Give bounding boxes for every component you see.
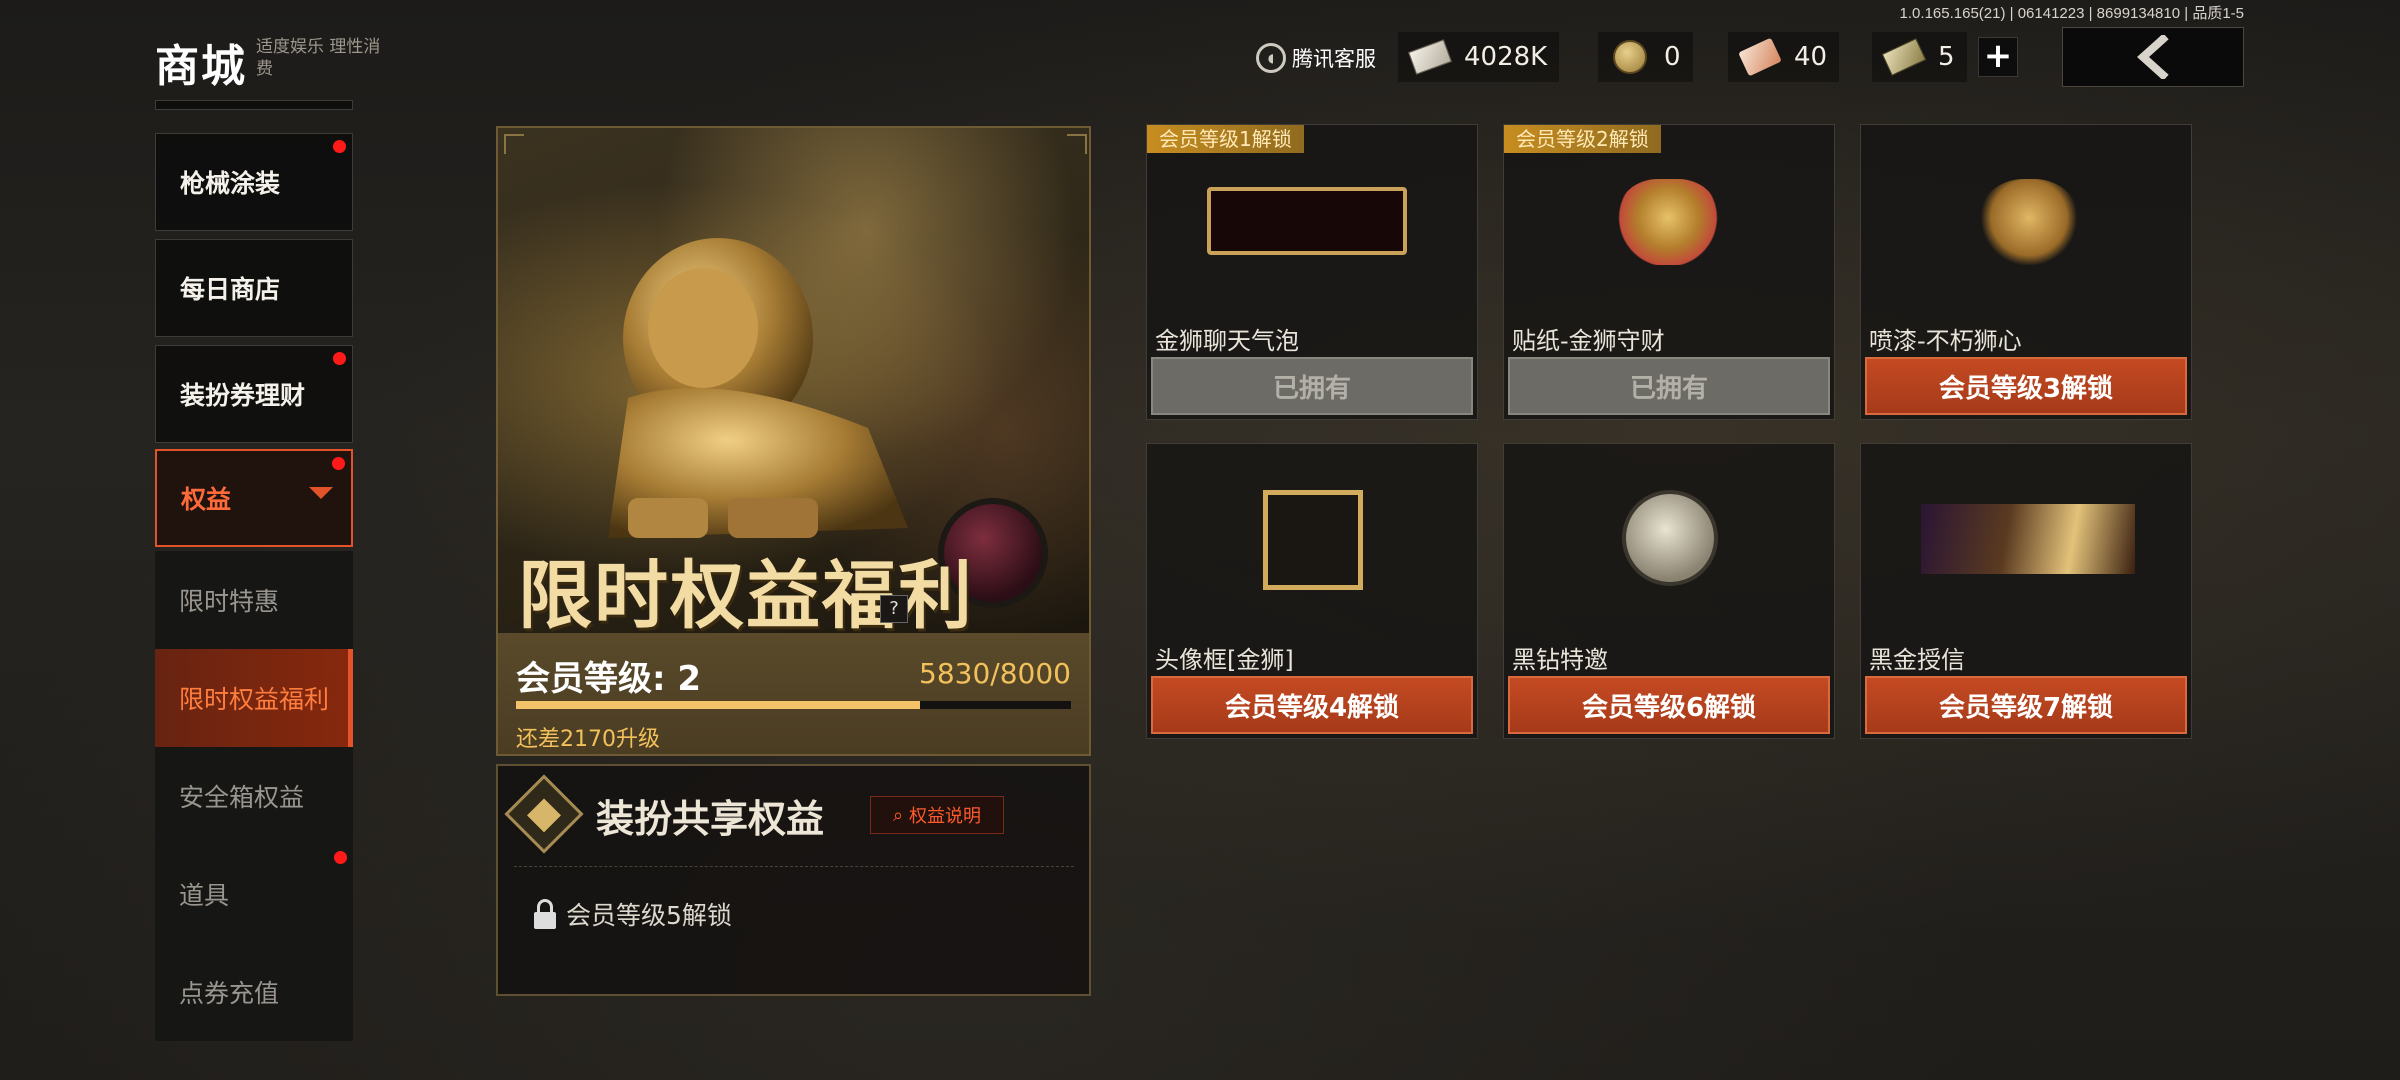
coin-icon (1610, 40, 1650, 74)
gold-card-icon (1921, 504, 2135, 574)
benefit-explanation-label: 权益说明 (909, 806, 982, 827)
sidebar-item-label: 每日商店 (180, 275, 281, 304)
notification-dot (333, 352, 346, 365)
version-info: 1.0.165.165(21) | 06141223 | 8699134810 … (1899, 5, 2244, 22)
lion-spray-icon (1979, 179, 2079, 265)
share-title: 装扮共享权益 (596, 797, 825, 841)
sidebar-item-label: 权益 (181, 485, 232, 514)
sidebar-item-label: 安全箱权益 (179, 783, 305, 812)
unlock-tag: 会员等级1解锁 (1147, 125, 1304, 153)
search-icon: ⌕ (892, 804, 904, 826)
sidebar-item-hidden (155, 100, 353, 110)
sidebar-item-label: 枪械涂装 (180, 169, 281, 198)
add-currency-button[interactable]: + (1978, 37, 2018, 77)
owned-button[interactable]: 已拥有 (1508, 357, 1830, 415)
currency-coin[interactable]: 0 (1598, 32, 1693, 82)
sidebar-item-label: 限时特惠 (179, 587, 280, 616)
knight-badge-icon (1622, 490, 1718, 586)
reward-name: 头像框[金狮] (1155, 646, 1294, 674)
reward-tile-spray[interactable]: 喷漆-不朽狮心 会员等级3解锁 (1860, 124, 2192, 420)
member-progress-text: 5830/8000 (919, 657, 1071, 690)
upgrade-need-text: 还差2170升级 (516, 727, 660, 752)
currency-bill[interactable]: 5 (1872, 32, 1967, 82)
member-progress-bar (516, 701, 1071, 709)
headset-icon: ◖ (1256, 43, 1286, 73)
currency-card[interactable]: 40 (1728, 32, 1840, 82)
share-lock-row: 会员等级5解锁 (534, 896, 732, 932)
bill-icon (1881, 38, 1927, 76)
sidebar-subitem-limited-offer[interactable]: 限时特惠 (155, 551, 353, 649)
page-subtitle: 适度娱乐 理性消费 (256, 37, 381, 79)
reward-tile-black-diamond[interactable]: 黑钻特邀 会员等级6解锁 (1503, 443, 1835, 739)
reward-name: 黑金授信 (1869, 646, 1965, 674)
notification-dot (332, 457, 345, 470)
sidebar: 枪械涂装 每日商店 装扮券理财 权益 限时特惠 限时权益福利 安全箱权益 道具 … (155, 100, 353, 1041)
unlock-level-button[interactable]: 会员等级3解锁 (1865, 357, 2187, 415)
reward-name: 黑钻特邀 (1512, 646, 1608, 674)
sidebar-item-label: 装扮券理财 (180, 381, 306, 410)
lion-emblem-icon (504, 774, 584, 854)
currency-ticket[interactable]: 4028K (1398, 32, 1560, 82)
share-lock-text: 会员等级5解锁 (566, 901, 732, 930)
sidebar-item-label: 限时权益福利 (179, 685, 330, 714)
reward-tile-black-gold-credit[interactable]: 黑金授信 会员等级7解锁 (1860, 443, 2192, 739)
golden-lion-artwork: 限时权益福利 ? (498, 128, 1089, 639)
corner-ornament (1067, 134, 1087, 154)
divider (514, 866, 1074, 867)
reward-name: 贴纸-金狮守财 (1512, 327, 1665, 355)
customer-service-button[interactable]: ◖ 腾讯客服 (1256, 38, 1376, 78)
sidebar-item-gun-skins[interactable]: 枪械涂装 (155, 133, 353, 231)
chevron-down-icon (309, 487, 333, 499)
back-arrow-icon (2137, 35, 2169, 79)
currency-value: 5 (1938, 42, 1955, 72)
sidebar-subitem-limited-benefits[interactable]: 限时权益福利 (155, 649, 353, 747)
sidebar-item-daily-shop[interactable]: 每日商店 (155, 239, 353, 337)
ticket-icon (1408, 39, 1452, 75)
reward-tile-sticker[interactable]: 会员等级2解锁 贴纸-金狮守财 已拥有 (1503, 124, 1835, 420)
sidebar-item-label: 道具 (179, 881, 230, 910)
unlock-level-button[interactable]: 会员等级4解锁 (1151, 676, 1473, 734)
chat-bubble-icon (1207, 187, 1407, 255)
unlock-level-button[interactable]: 会员等级6解锁 (1508, 676, 1830, 734)
page-title: 商城 (155, 41, 247, 92)
member-level-label: 会员等级: 2 (516, 659, 702, 699)
reward-tile-chat-bubble[interactable]: 会员等级1解锁 金狮聊天气泡 已拥有 (1146, 124, 1478, 420)
avatar-frame-icon (1263, 490, 1363, 590)
corner-ornament (504, 134, 524, 154)
membership-level-info: 会员等级: 2 5830/8000 还差2170升级 (498, 633, 1089, 754)
reward-name: 金狮聊天气泡 (1155, 327, 1299, 355)
card-icon (1738, 37, 1782, 77)
currency-value: 4028K (1464, 42, 1548, 72)
reward-tile-avatar-frame[interactable]: 头像框[金狮] 会员等级4解锁 (1146, 443, 1478, 739)
currency-value: 40 (1794, 42, 1828, 72)
sidebar-subitem-recharge[interactable]: 点券充值 (155, 943, 353, 1041)
sidebar-subitem-safebox-benefits[interactable]: 安全箱权益 (155, 747, 353, 845)
sidebar-item-label: 点券充值 (179, 979, 280, 1008)
owned-button[interactable]: 已拥有 (1151, 357, 1473, 415)
reward-name: 喷漆-不朽狮心 (1869, 327, 2022, 355)
customer-service-label: 腾讯客服 (1292, 47, 1376, 71)
lion-sticker-icon (1618, 179, 1718, 265)
notification-dot (334, 851, 347, 864)
unlock-level-button[interactable]: 会员等级7解锁 (1865, 676, 2187, 734)
member-progress-fill (516, 701, 921, 709)
back-button[interactable] (2062, 27, 2244, 87)
unlock-tag: 会员等级2解锁 (1504, 125, 1661, 153)
currency-value: 0 (1664, 42, 1681, 72)
benefit-hero-panel: 限时权益福利 ? 会员等级: 2 5830/8000 还差2170升级 (496, 126, 1091, 756)
hero-title: 限时权益福利 (518, 553, 974, 639)
benefit-explanation-button[interactable]: ⌕ 权益说明 (870, 796, 1004, 834)
shared-outfit-benefits-panel: 装扮共享权益 ⌕ 权益说明 会员等级5解锁 (496, 764, 1091, 996)
sidebar-item-benefits[interactable]: 权益 (155, 449, 353, 547)
lion-statue-icon (608, 238, 908, 538)
sidebar-subitem-items[interactable]: 道具 (155, 845, 353, 943)
sidebar-item-voucher-finance[interactable]: 装扮券理财 (155, 345, 353, 443)
help-button[interactable]: ? (880, 595, 908, 623)
lock-icon (534, 899, 556, 929)
notification-dot (333, 140, 346, 153)
